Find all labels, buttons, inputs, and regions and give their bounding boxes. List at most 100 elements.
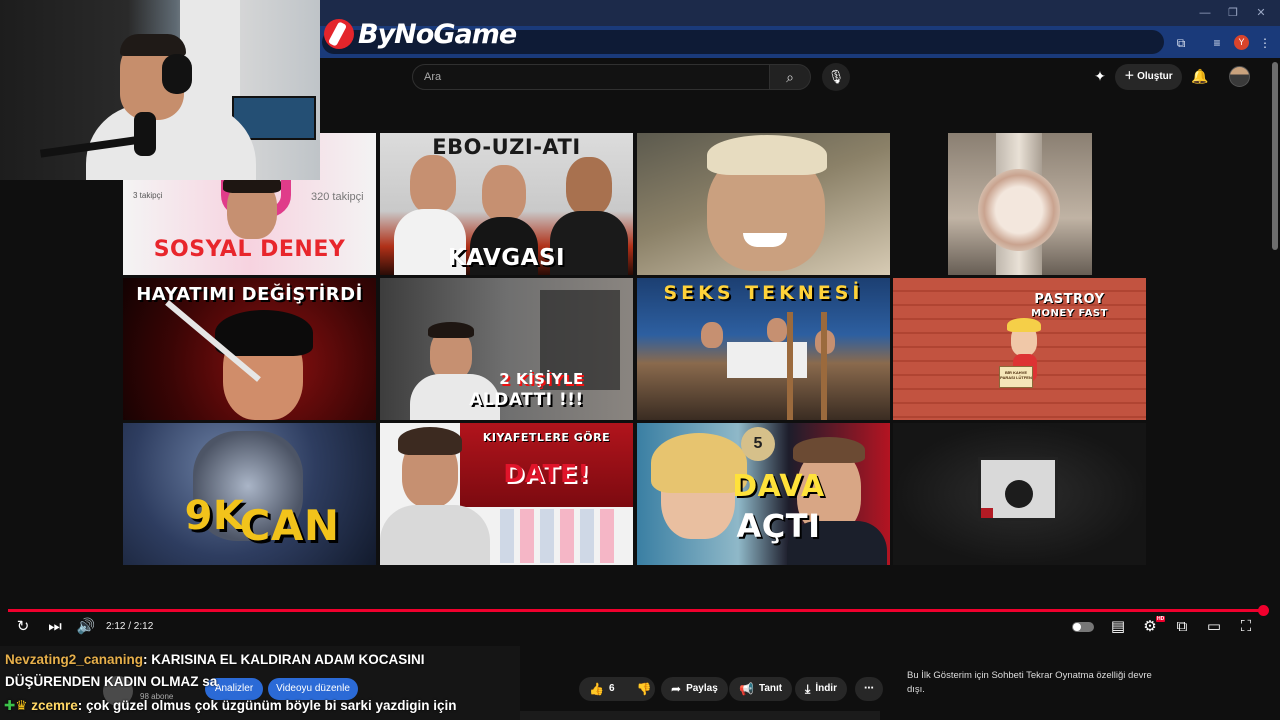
thumbs-down-icon[interactable]: 👎: [637, 677, 652, 701]
page-scrollbar[interactable]: [1272, 62, 1278, 250]
media-controls-icon[interactable]: ≡: [1208, 34, 1226, 52]
thumbnail-subtitle: KAVGASI: [447, 245, 566, 271]
plus-badge-icon: ✚: [4, 698, 16, 713]
chat-message: Nevzating2_cananing: KARISINA EL KALDIRA…: [5, 652, 425, 667]
thumbnail-title: KIYAFETLERE GÖRE: [482, 431, 611, 444]
subtitles-icon[interactable]: ▤: [1107, 617, 1129, 637]
more-horizontal-icon: ⋯: [864, 683, 874, 694]
video-thumbnail[interactable]: KIYAFETLERE GÖRE DATE!: [380, 423, 633, 565]
webcam-overlay: [0, 0, 320, 180]
bynogame-logo-mark: [324, 19, 354, 49]
browser-menu-icon[interactable]: ⋮: [1256, 34, 1274, 52]
person-body: [380, 505, 490, 565]
theater-mode-icon[interactable]: ▭: [1203, 617, 1225, 637]
microphone-icon: 🎙: [827, 69, 845, 84]
crown-badge-icon: ♛: [15, 698, 28, 713]
close-icon[interactable]: ✕: [1254, 6, 1268, 20]
fullscreen-icon[interactable]: ⛶: [1235, 617, 1257, 637]
autoplay-toggle[interactable]: [1072, 622, 1094, 632]
thumbnail-subtitle: AÇTI: [736, 507, 821, 545]
video-thumbnail[interactable]: [893, 423, 1146, 565]
video-thumbnail[interactable]: [637, 133, 890, 275]
chat-text: : KARISINA EL KALDIRAN ADAM KOCASINI: [143, 652, 425, 667]
person-hair: [793, 437, 865, 463]
more-actions-button[interactable]: ⋯: [855, 677, 883, 701]
video-thumbnail[interactable]: BİR KAHVE PARASI LÜTFEN PASTROY MONEY FA…: [893, 278, 1146, 420]
thumbnail-title: DAVA: [732, 469, 825, 504]
video-thumbnail[interactable]: 5 DAVA AÇTI: [637, 423, 890, 565]
person-hair: [707, 135, 827, 175]
ladder: [787, 312, 827, 420]
video-thumbnail[interactable]: [948, 133, 1092, 275]
person-face: [701, 322, 723, 348]
thumbnail-title: HAYATIMI DEĞİŞTİRDİ: [136, 284, 363, 305]
profile-icon[interactable]: Y: [1234, 35, 1249, 50]
restore-icon[interactable]: ❐: [1226, 6, 1240, 20]
chat-username: Nevzating2_cananing: [5, 652, 144, 667]
streamer-hair: [120, 34, 186, 56]
volume-icon[interactable]: 🔊: [75, 617, 97, 637]
minimize-icon[interactable]: —: [1198, 6, 1212, 20]
progress-bar[interactable]: [8, 609, 1264, 612]
voice-search-button[interactable]: 🎙: [822, 63, 850, 91]
time-display: 2:12 / 2:12: [106, 621, 154, 632]
headphones-icon: [162, 54, 192, 94]
account-avatar[interactable]: [1229, 66, 1250, 87]
sparkle-icon[interactable]: ✦: [1090, 66, 1110, 86]
description-box[interactable]: [520, 711, 880, 720]
video-thumbnail[interactable]: EBO-UZI-ATI KAVGASI: [380, 133, 633, 275]
edit-video-button[interactable]: Videoyu düzenle: [268, 678, 358, 700]
notifications-bell-icon[interactable]: 🔔: [1190, 66, 1210, 86]
person-face: [410, 155, 456, 213]
cartoon-hair: [1007, 318, 1041, 332]
share-label: Paylaş: [686, 683, 718, 694]
share-button[interactable]: ➦ Paylaş: [661, 677, 728, 701]
download-icon: ⤓: [805, 682, 811, 696]
thumbnail-title: EBO-UZI-ATI: [432, 135, 581, 159]
next-icon[interactable]: ⏭: [44, 617, 66, 637]
thumbnail-title: PASTROY: [1034, 292, 1105, 307]
search-input[interactable]: Ara: [412, 64, 770, 90]
coin-badge: 5: [741, 427, 775, 461]
download-label: İndir: [815, 683, 837, 694]
chat-replay-disabled-note: Bu İlk Gösterim için Sohbeti Tekrar Oyna…: [907, 670, 1152, 695]
like-count[interactable]: 6: [609, 677, 615, 701]
begging-sign: BİR KAHVE PARASI LÜTFEN: [999, 366, 1033, 388]
watch-face-icon: [978, 169, 1060, 251]
replay-icon[interactable]: ↻: [12, 617, 34, 637]
video-thumbnail[interactable]: 2 KİŞİYLE ALDATTI !!!: [380, 278, 633, 420]
miniplayer-icon[interactable]: ⧉: [1171, 617, 1193, 637]
video-thumbnail[interactable]: SEKS TEKNESİ: [637, 278, 890, 420]
bynogame-logo-text: ByNoGame: [358, 18, 517, 50]
person-hair: [215, 310, 313, 356]
search-button[interactable]: ⌕: [769, 64, 811, 90]
create-button[interactable]: ＋ Oluştur: [1115, 64, 1182, 90]
hd-badge: HD: [1156, 616, 1166, 622]
thumbnail-subtitle: ALDATTI !!!: [469, 390, 584, 410]
screen: — ❐ ✕ ⧉ ≡ Y ⋮ ByNoGame Ara ⌕ 🎙 ✦ ＋ Oluşt…: [0, 0, 1280, 720]
video-thumbnail[interactable]: HAYATIMI DEĞİŞTİRDİ: [123, 278, 376, 420]
share-arrow-icon: ➦: [671, 682, 682, 696]
promote-label: Tanıt: [758, 683, 783, 694]
thumbnail-subtitle: CAN: [239, 501, 340, 550]
progress-scrubber[interactable]: [1258, 605, 1269, 616]
follower-label: 3 takipçi: [133, 191, 163, 200]
chat-username: zcemre: [31, 698, 78, 713]
create-label: Oluştur: [1137, 71, 1173, 82]
chat-text: DÜŞÜRENDEN KADIN OLMAZ sa: [5, 674, 218, 689]
thumbnail-title: SEKS TEKNESİ: [663, 282, 864, 304]
megaphone-icon: 📢: [739, 682, 754, 696]
person-hair: [428, 322, 474, 338]
album-art: [978, 457, 1058, 521]
thumbs-up-icon[interactable]: 👍: [589, 677, 604, 701]
download-button[interactable]: ⤓ İndir: [795, 677, 847, 701]
person-face: [767, 318, 787, 342]
like-dislike-group: 👍 6 👎: [579, 677, 655, 701]
chat-message: ✚♛ zcemre: çok güzel olmus çok üzgünüm b…: [4, 698, 457, 714]
thumbnail-subtitle: DATE!: [503, 459, 590, 488]
promote-button[interactable]: 📢 Tanıt: [729, 677, 793, 701]
video-thumbnail[interactable]: 9K CAN: [123, 423, 376, 565]
extensions-icon[interactable]: ⧉: [1172, 34, 1190, 52]
chat-message: DÜŞÜRENDEN KADIN OLMAZ sa: [5, 674, 217, 689]
chat-text: : çok güzel olmus çok üzgünüm böyle bi s…: [77, 698, 457, 713]
